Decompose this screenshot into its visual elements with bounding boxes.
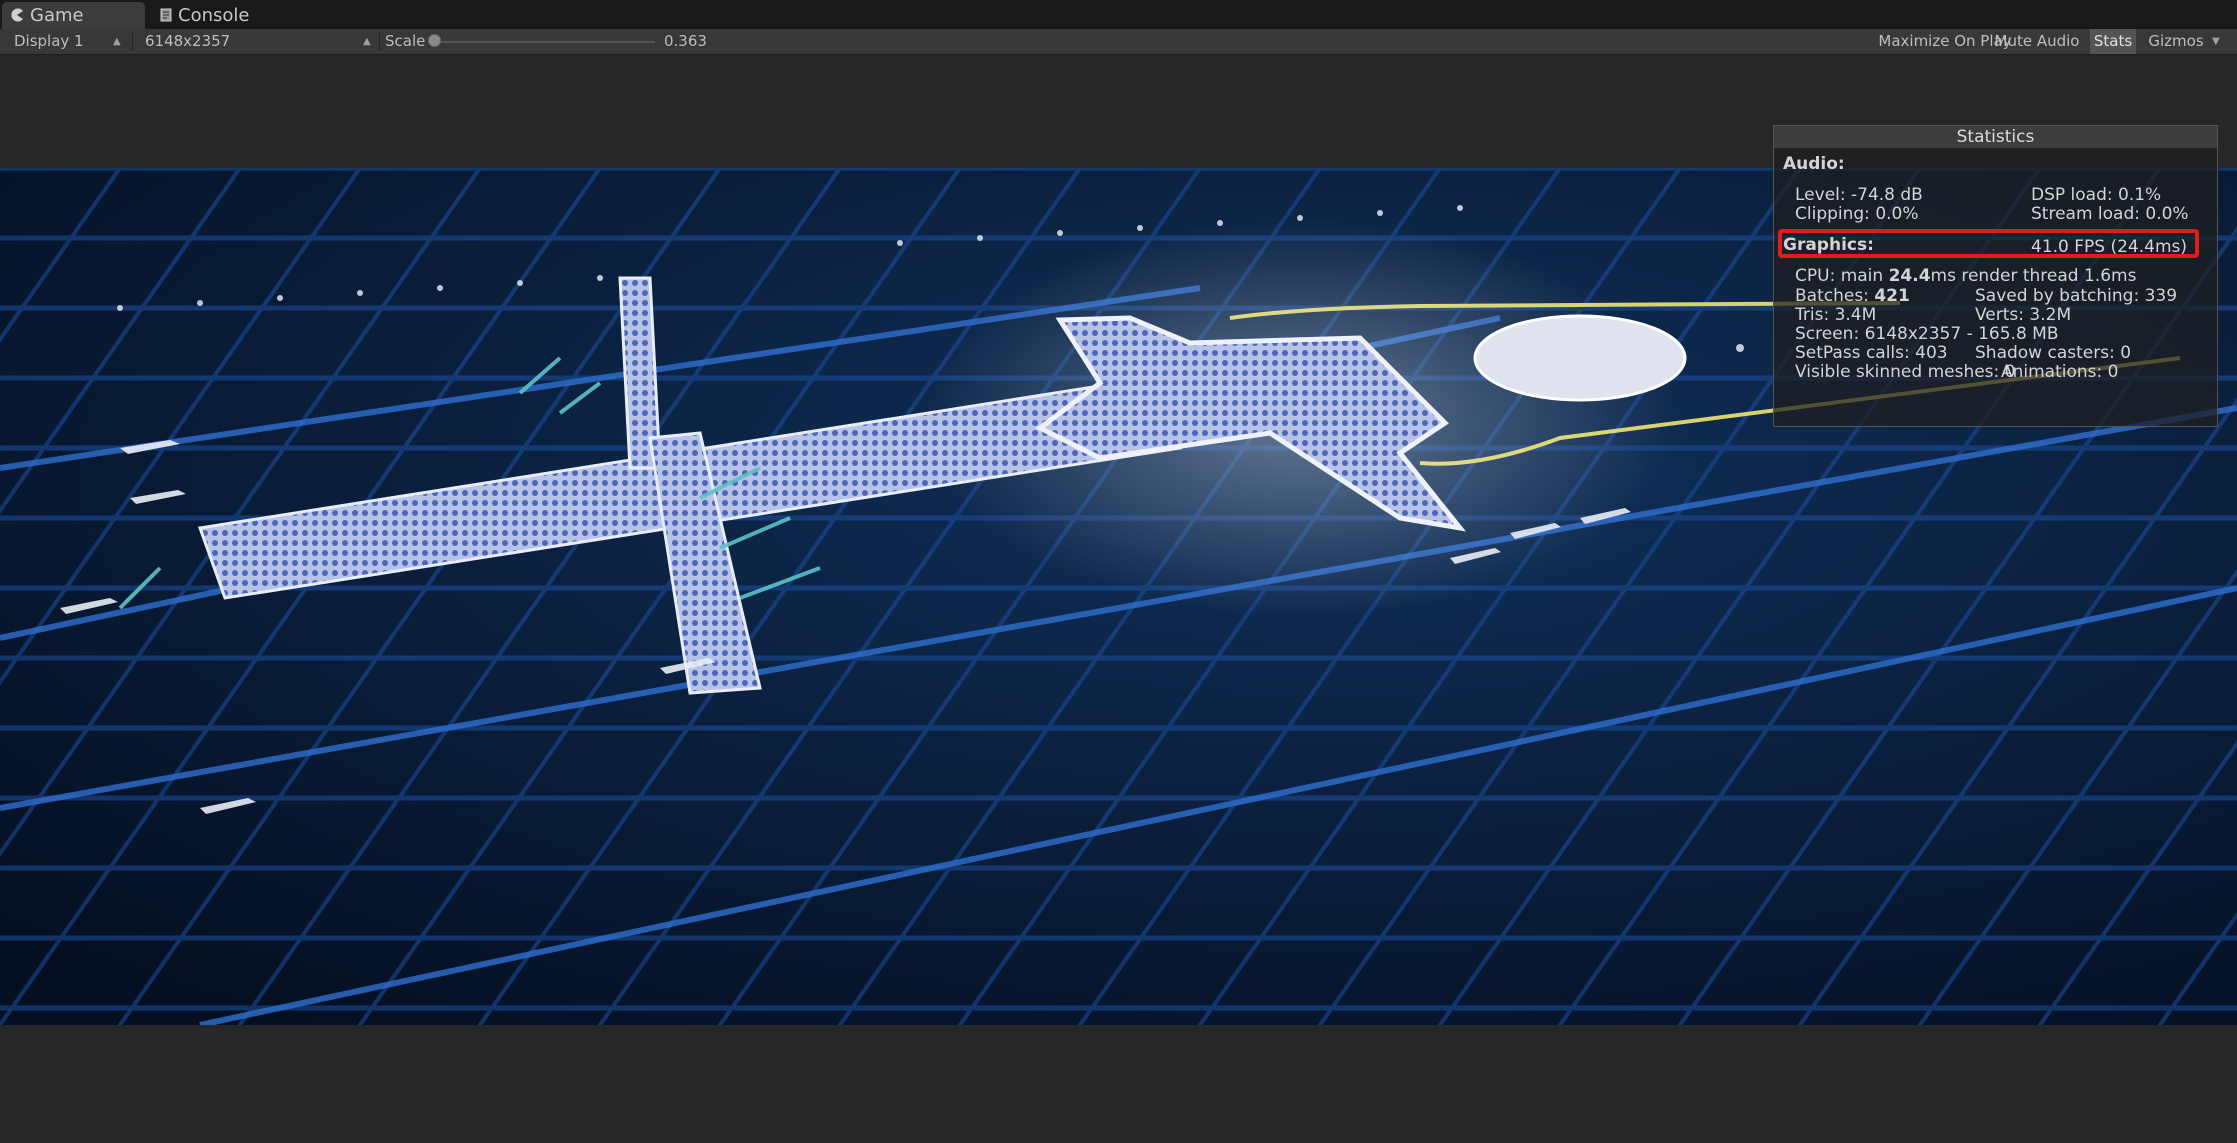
statistics-panel: Statistics Audio: Level: -74.8 dB Clippi… [1773,125,2218,427]
tab-game[interactable]: Game [2,2,145,29]
audio-clipping: Clipping: 0.0% [1795,204,1919,224]
display-dropdown-value: Display 1 [14,32,84,50]
setpass-calls: SetPass calls: 403 [1795,343,1948,363]
dropdown-arrow-icon: ▲︎ [113,36,121,47]
resolution-dropdown-value: 6148x2357 [145,32,231,50]
verts: Verts: 3.2M [1975,305,2072,325]
pacman-icon [10,3,24,30]
tab-console-label: Console [178,5,250,26]
animations: Animations: 0 [2001,362,2119,382]
display-dropdown[interactable]: Display 1 ▲︎ [0,29,128,54]
screen-info: Screen: 6148x2357 - 165.8 MB [1795,324,2059,344]
batches-label: Batches: [1795,286,1875,306]
toolbar-divider [132,32,133,51]
scale-value: 0.363 [664,32,707,50]
visible-skinned-meshes: Visible skinned meshes: 0 [1795,362,2016,382]
audio-stream-load: Stream load: 0.0% [2031,204,2189,224]
cpu-main-value: 24.4 [1888,266,1931,286]
cpu-prefix: CPU: main [1795,266,1889,286]
saved-by-batching: Saved by batching: 339 [1975,286,2178,306]
statistics-title: Statistics [1774,126,2217,148]
stats-toggle[interactable]: Stats [2090,29,2136,54]
gizmos-dropdown-arrow-icon[interactable]: ▼︎ [2212,29,2220,54]
batches-highlight-annotation [1778,229,2199,258]
tris: Tris: 3.4M [1795,305,1877,325]
resolution-dropdown[interactable]: 6148x2357 ▲︎ [136,29,378,54]
scale-slider-track[interactable] [433,41,655,43]
batches: Batches: 421 [1795,286,1910,306]
gizmos-toggle[interactable]: Gizmos [2144,29,2208,54]
tab-console[interactable]: Console [160,2,310,29]
dropdown-arrow-icon: ▲︎ [363,36,371,47]
toolbar-divider [379,32,380,51]
shadow-casters: Shadow casters: 0 [1975,343,2132,363]
audio-heading: Audio: [1783,154,1845,174]
batches-value: 421 [1874,286,1910,306]
audio-dsp-load: DSP load: 0.1% [2031,185,2162,205]
cpu-timing: CPU: main 24.4ms render thread 1.6ms [1795,266,2136,286]
game-toolbar: Display 1 ▲︎ 6148x2357 ▲︎ Scale 0.363 Ma… [0,29,2237,55]
tab-game-label: Game [30,5,84,26]
scale-label: Scale [385,32,426,50]
console-icon [160,3,172,30]
tab-bar: Game Console [0,0,2237,29]
game-view[interactable]: Statistics Audio: Level: -74.8 dB Clippi… [0,55,2237,1143]
scale-slider-thumb[interactable] [428,34,441,47]
audio-level: Level: -74.8 dB [1795,185,1923,205]
cpu-suffix: ms render thread 1.6ms [1930,266,2137,286]
mute-audio-toggle[interactable]: Mute Audio [1994,29,2080,54]
